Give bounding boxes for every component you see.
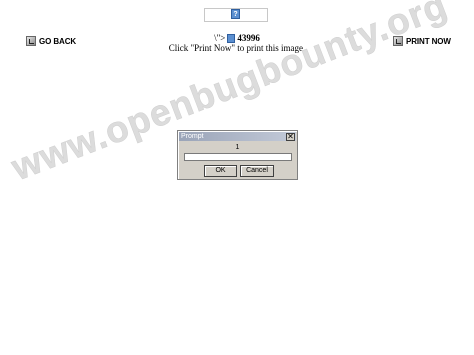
dialog-title: Prompt [181, 133, 204, 140]
prompt-dialog: Prompt ✕ 1 OK Cancel [177, 130, 298, 180]
prompt-message: 1 [235, 144, 240, 151]
close-icon[interactable]: ✕ [286, 132, 295, 141]
small-broken-image-icon [227, 33, 236, 43]
cancel-button[interactable]: Cancel [240, 165, 274, 177]
prompt-input[interactable] [184, 153, 292, 161]
go-back-label: GO BACK [39, 36, 77, 46]
injected-prefix: \"> [214, 33, 226, 43]
dialog-titlebar: Prompt ✕ [179, 132, 296, 141]
ok-button[interactable]: OK [204, 165, 237, 177]
go-back-button[interactable]: GO BACK [26, 36, 76, 46]
image-number: 43996 [237, 33, 260, 43]
broken-image-icon: ? [231, 9, 240, 19]
go-back-icon [26, 36, 36, 46]
